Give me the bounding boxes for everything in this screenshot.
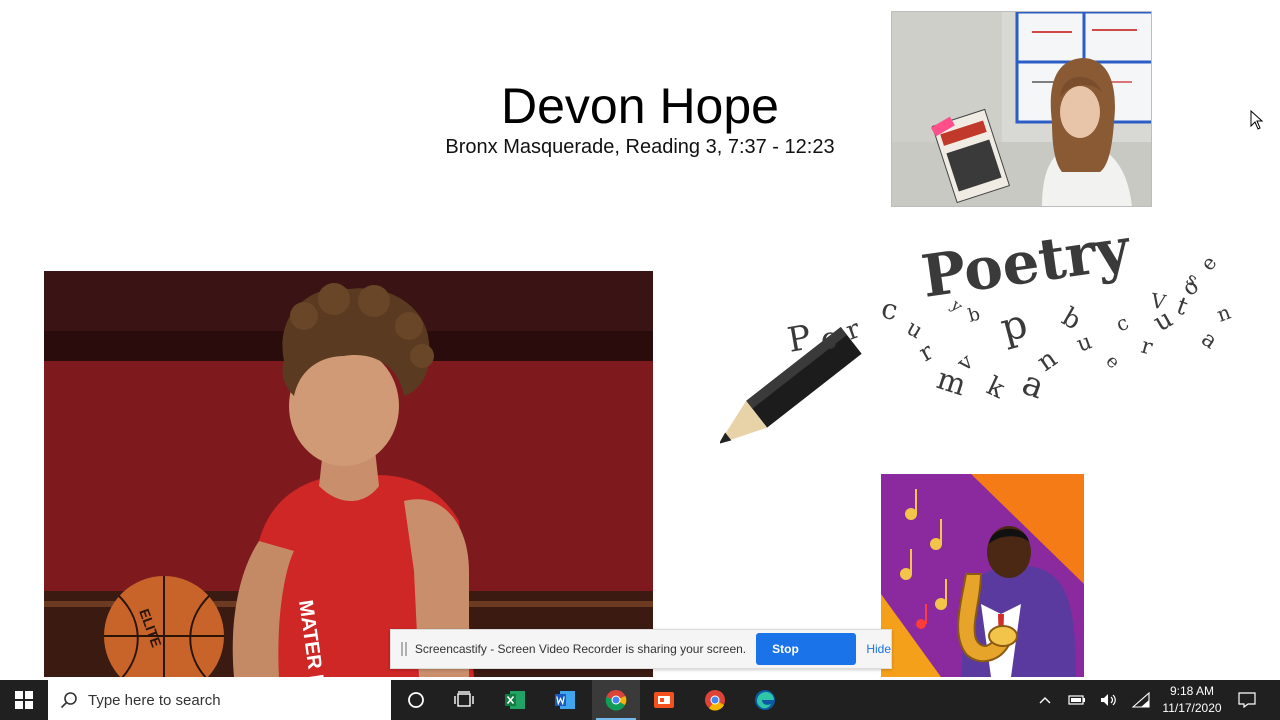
svg-text:u: u <box>1074 329 1096 357</box>
excel-icon <box>505 691 525 709</box>
notification-icon <box>1238 692 1256 708</box>
action-center-button[interactable] <box>1234 680 1260 720</box>
clock-time: 9:18 AM <box>1169 684 1215 698</box>
mouse-cursor-icon <box>1250 109 1264 135</box>
hide-button[interactable]: Hide <box>866 642 891 656</box>
chrome-taskbar-button[interactable] <box>592 680 640 720</box>
slide-subtitle: Bronx Masquerade, Reading 3, 7:37 - 12:2… <box>445 136 835 158</box>
svg-text:r: r <box>914 337 938 367</box>
search-placeholder: Type here to search <box>88 691 221 709</box>
drag-handle-icon[interactable] <box>401 642 407 656</box>
jazz-saxophone-image <box>881 474 1084 677</box>
taskbar: Type here to search 9:18 AM 11/17/2020 <box>0 680 1280 720</box>
edge-taskbar-button[interactable] <box>741 680 789 720</box>
slide-title: Devon Hope <box>501 78 779 134</box>
excel-taskbar-button[interactable] <box>491 680 539 720</box>
sharing-message: Screencastify - Screen Video Recorder is… <box>414 642 747 656</box>
start-button[interactable] <box>0 680 48 720</box>
wifi-icon <box>1132 692 1150 708</box>
windows-icon <box>15 691 33 709</box>
task-view-icon <box>454 691 474 707</box>
screencastify-taskbar-button[interactable] <box>640 680 688 720</box>
taskbar-clock[interactable]: 9:18 AM 11/17/2020 <box>1156 683 1228 717</box>
chrome-profile-taskbar-button[interactable] <box>691 680 739 720</box>
presentation-slide: Devon Hope Bronx Masquerade, Reading 3, … <box>0 0 1280 680</box>
taskbar-search-box[interactable]: Type here to search <box>48 680 391 720</box>
svg-text:e: e <box>1101 351 1123 373</box>
svg-text:k: k <box>982 371 1009 405</box>
player-photo: MATER DEI ELITE <box>44 271 653 677</box>
svg-text:c: c <box>879 292 901 328</box>
clock-date: 11/17/2020 <box>1162 701 1222 715</box>
cortana-button[interactable] <box>392 680 440 720</box>
chrome-icon <box>605 690 627 711</box>
chrome-alt-icon <box>705 690 725 711</box>
screencastify-icon <box>654 692 674 708</box>
battery-button[interactable] <box>1064 680 1090 720</box>
webcam-feed-image <box>892 12 1151 206</box>
svg-text:b: b <box>966 304 983 327</box>
edge-icon <box>755 690 775 710</box>
poetry-word: Poetry <box>917 222 1135 311</box>
task-view-button[interactable] <box>440 680 488 720</box>
svg-text:n: n <box>1214 300 1234 327</box>
stop-sharing-button[interactable]: Stop sharing <box>756 633 857 680</box>
battery-icon <box>1068 695 1085 705</box>
svg-text:P: P <box>785 317 814 360</box>
word-taskbar-button[interactable] <box>541 680 589 720</box>
tray-overflow-button[interactable] <box>1034 680 1056 720</box>
cortana-icon <box>408 692 424 708</box>
svg-text:a: a <box>1197 326 1222 354</box>
poetry-graphic: Poetry P c r c u r m v k p a n b u e c r… <box>718 214 1250 462</box>
svg-text:p: p <box>996 301 1033 352</box>
volume-icon <box>1101 694 1116 706</box>
network-button[interactable] <box>1128 680 1154 720</box>
search-icon <box>60 692 77 709</box>
screen-sharing-notification: Screencastify - Screen Video Recorder is… <box>390 629 892 680</box>
webcam-overlay[interactable] <box>891 11 1152 207</box>
svg-text:r: r <box>1138 334 1155 361</box>
word-icon <box>555 691 575 709</box>
chevron-up-icon <box>1039 697 1051 704</box>
svg-text:c: c <box>1112 310 1132 336</box>
volume-button[interactable] <box>1096 680 1122 720</box>
